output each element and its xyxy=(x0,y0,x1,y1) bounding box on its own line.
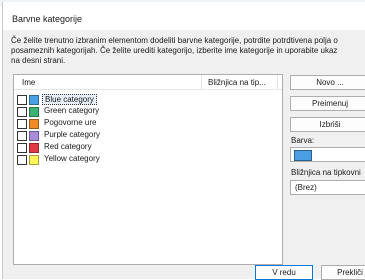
cancel-button[interactable]: Prekliči xyxy=(321,265,365,280)
category-checkbox[interactable] xyxy=(17,131,27,141)
category-label[interactable]: Purple category xyxy=(42,130,102,140)
category-color-swatch xyxy=(29,119,39,129)
category-label[interactable]: Yellow category xyxy=(42,154,102,164)
category-checkbox[interactable] xyxy=(17,155,27,165)
instructions-line: posameznih kategorijah. Če želite uredit… xyxy=(11,46,338,55)
category-label[interactable]: Blue category xyxy=(42,94,97,105)
instructions-text: Če želite trenutno izbranim elementom do… xyxy=(11,36,365,66)
category-checkbox[interactable] xyxy=(17,119,27,129)
categories-list[interactable]: Ime Bližnjica na tip... Blue category Gr… xyxy=(13,74,283,265)
list-header: Ime Bližnjica na tip... xyxy=(14,75,282,90)
list-item[interactable]: Green category xyxy=(17,106,217,117)
category-color-swatch xyxy=(29,155,39,165)
title-bar: Barvne kategorije xyxy=(3,2,365,30)
category-color-swatch xyxy=(29,107,39,117)
delete-button[interactable]: Izbriši xyxy=(290,117,365,132)
list-item[interactable]: Yellow category xyxy=(17,154,217,165)
instructions-line: na desni strani. xyxy=(11,56,66,65)
category-label[interactable]: Red category xyxy=(42,142,94,152)
color-categories-dialog: Barvne kategorije Če želite trenutno izb… xyxy=(2,2,365,280)
rename-button[interactable]: Preimenuj xyxy=(290,96,365,111)
list-item[interactable]: Purple category xyxy=(17,130,217,141)
shortcut-label: Bližnjica na tipkovni xyxy=(291,168,361,177)
ok-button[interactable]: V redu xyxy=(255,265,313,280)
list-item[interactable]: Red category xyxy=(17,142,217,153)
category-label[interactable]: Pogovorne ure xyxy=(42,118,98,128)
column-divider xyxy=(201,75,202,89)
new-button[interactable]: Novo ... xyxy=(290,75,365,90)
list-item[interactable]: Blue category xyxy=(17,94,217,105)
category-checkbox[interactable] xyxy=(17,143,27,153)
shortcut-select[interactable]: (Brez) xyxy=(290,180,365,195)
category-checkbox[interactable] xyxy=(17,107,27,117)
column-header-shortcut[interactable]: Bližnjica na tip... xyxy=(208,78,266,87)
category-checkbox[interactable] xyxy=(17,95,27,105)
color-label: Barva: xyxy=(291,136,315,145)
category-color-swatch xyxy=(29,95,39,105)
category-color-swatch xyxy=(29,143,39,153)
list-item[interactable]: Pogovorne ure xyxy=(17,118,217,129)
category-color-swatch xyxy=(29,131,39,141)
color-picker[interactable] xyxy=(290,147,365,162)
column-divider xyxy=(277,75,278,89)
category-label[interactable]: Green category xyxy=(42,106,101,116)
shortcut-value: (Brez) xyxy=(295,183,317,192)
dialog-title: Barvne kategorije xyxy=(12,14,83,24)
instructions-line: Če želite trenutno izbranim elementom do… xyxy=(11,36,338,45)
selected-color-swatch xyxy=(294,150,312,161)
column-header-name[interactable]: Ime xyxy=(22,78,35,87)
